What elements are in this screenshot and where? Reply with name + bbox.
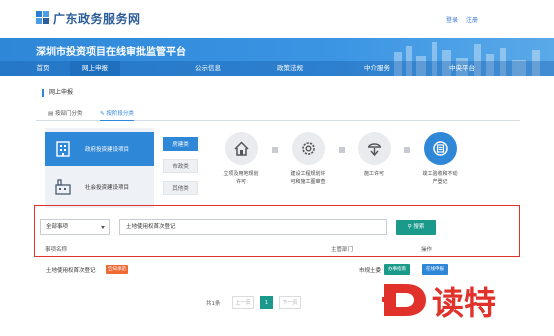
scope-select[interactable]: 全部事项: [40, 219, 110, 235]
classify-tabs: ▤ 按部门分类 ✎ 按阶段分类: [36, 107, 520, 121]
stage-label: 建设工程规划许 可和施工图审查: [290, 171, 326, 185]
subtype-municipal[interactable]: 市政类: [163, 159, 198, 173]
svg-text:读特: 读特: [432, 284, 496, 320]
building-icon: [56, 141, 70, 157]
stage-circle: [291, 132, 325, 165]
factory-icon: [55, 179, 71, 195]
search-input[interactable]: 土地使用权首次登记: [119, 219, 387, 235]
nav-item-agency[interactable]: 中介服务: [355, 61, 399, 76]
category-government-project[interactable]: 政府投资建设项目: [45, 132, 154, 166]
stage-circle: [224, 132, 258, 165]
category-social-project[interactable]: 社会投资建设项目: [45, 170, 154, 204]
step-arrow-icon: [272, 147, 278, 153]
subtype-other[interactable]: 其他类: [163, 181, 198, 195]
subtype-housing[interactable]: 房建类: [163, 137, 198, 151]
category-panel: 政府投资建设项目 社会投资建设项目: [45, 128, 154, 208]
page-1-button[interactable]: 1: [260, 296, 273, 309]
stage-circle: [357, 132, 391, 165]
category-label: 政府投资建设项目: [85, 147, 130, 153]
category-label: 社会投资建设项目: [85, 185, 130, 191]
nav-item-central-platform[interactable]: 中央平台: [440, 61, 484, 76]
item-department: 市规土委: [359, 268, 382, 274]
hand-icon: [367, 143, 381, 157]
chevron-down-icon: [101, 226, 105, 229]
house-icon: [233, 141, 249, 156]
column-actions: 操作: [421, 247, 433, 253]
tab-label: 按阶段分类: [106, 111, 134, 117]
dute-watermark-logo: 读特: [382, 284, 496, 320]
stage-circle: [423, 132, 457, 165]
next-page-button[interactable]: 下一页: [279, 296, 301, 309]
logo-icon: [36, 11, 49, 24]
tab-label: 按部门分类: [54, 111, 83, 117]
item-name[interactable]: 土地使用权首次登记: [46, 266, 96, 274]
site-name[interactable]: 广东政务服务网: [53, 10, 141, 27]
nav-item-public-info[interactable]: 公示信息: [186, 61, 230, 76]
stage-construction-permit[interactable]: 施工许可: [352, 132, 396, 179]
status-badge: 告知承诺: [106, 265, 128, 274]
register-link[interactable]: 注册: [466, 17, 478, 24]
platform-title: 深圳市投资项目在线审批监管平台: [36, 47, 186, 58]
breadcrumb: 网上申报: [42, 89, 73, 97]
nav-item-policy[interactable]: 政策法规: [268, 61, 312, 76]
stage-completion-acceptance[interactable]: 竣工验收和不动 产登记: [418, 132, 462, 186]
search-button[interactable]: ⚲ 搜索: [396, 220, 436, 235]
top-header: 广东政务服务网 登录 注册: [0, 0, 554, 38]
search-button-label: 搜索: [413, 224, 425, 230]
nav-item-home[interactable]: 首页: [28, 61, 58, 76]
guide-button[interactable]: 办事指南: [384, 264, 410, 275]
step-arrow-icon: [339, 147, 345, 153]
stage-planning-permit[interactable]: 建设工程规划许 可和施工图审查: [286, 132, 330, 186]
login-link[interactable]: 登录: [446, 17, 458, 24]
search-section: 全部事项 土地使用权首次登记 ⚲ 搜索 事项名称 主管部门 操作: [34, 205, 520, 257]
stage-label: 竣工验收和不动 产登记: [422, 171, 458, 185]
stage-label: 施工许可: [363, 171, 384, 177]
scope-select-value: 全部事项: [46, 224, 69, 230]
tab-by-department[interactable]: ▤ 按部门分类: [48, 109, 82, 117]
prev-page-button[interactable]: 上一页: [232, 296, 254, 309]
online-apply-button[interactable]: 在线申报: [422, 264, 448, 275]
column-item-name: 事项名称: [45, 247, 68, 253]
nav-item-online-apply[interactable]: 网上申报: [70, 61, 120, 76]
gear-icon: [301, 142, 315, 155]
list-icon: ▤: [48, 111, 55, 117]
pager-summary: 共1条: [206, 301, 221, 307]
step-arrow-icon: [404, 147, 410, 153]
top-links: 登录 注册: [440, 15, 478, 24]
tab-by-stage[interactable]: ✎ 按阶段分类: [100, 109, 134, 121]
column-department: 主管部门: [331, 247, 354, 253]
main-nav: 首页 网上申报 公示信息 政策法规 中介服务 中央平台: [0, 61, 554, 76]
seal-icon: [432, 141, 448, 156]
stage-label: 立项及用地规划 许可: [223, 171, 259, 185]
stage-project-approval[interactable]: 立项及用地规划 许可: [219, 132, 263, 186]
table-row: 土地使用权首次登记 告知承诺 市规土委 办事指南 在线申报: [46, 264, 496, 276]
